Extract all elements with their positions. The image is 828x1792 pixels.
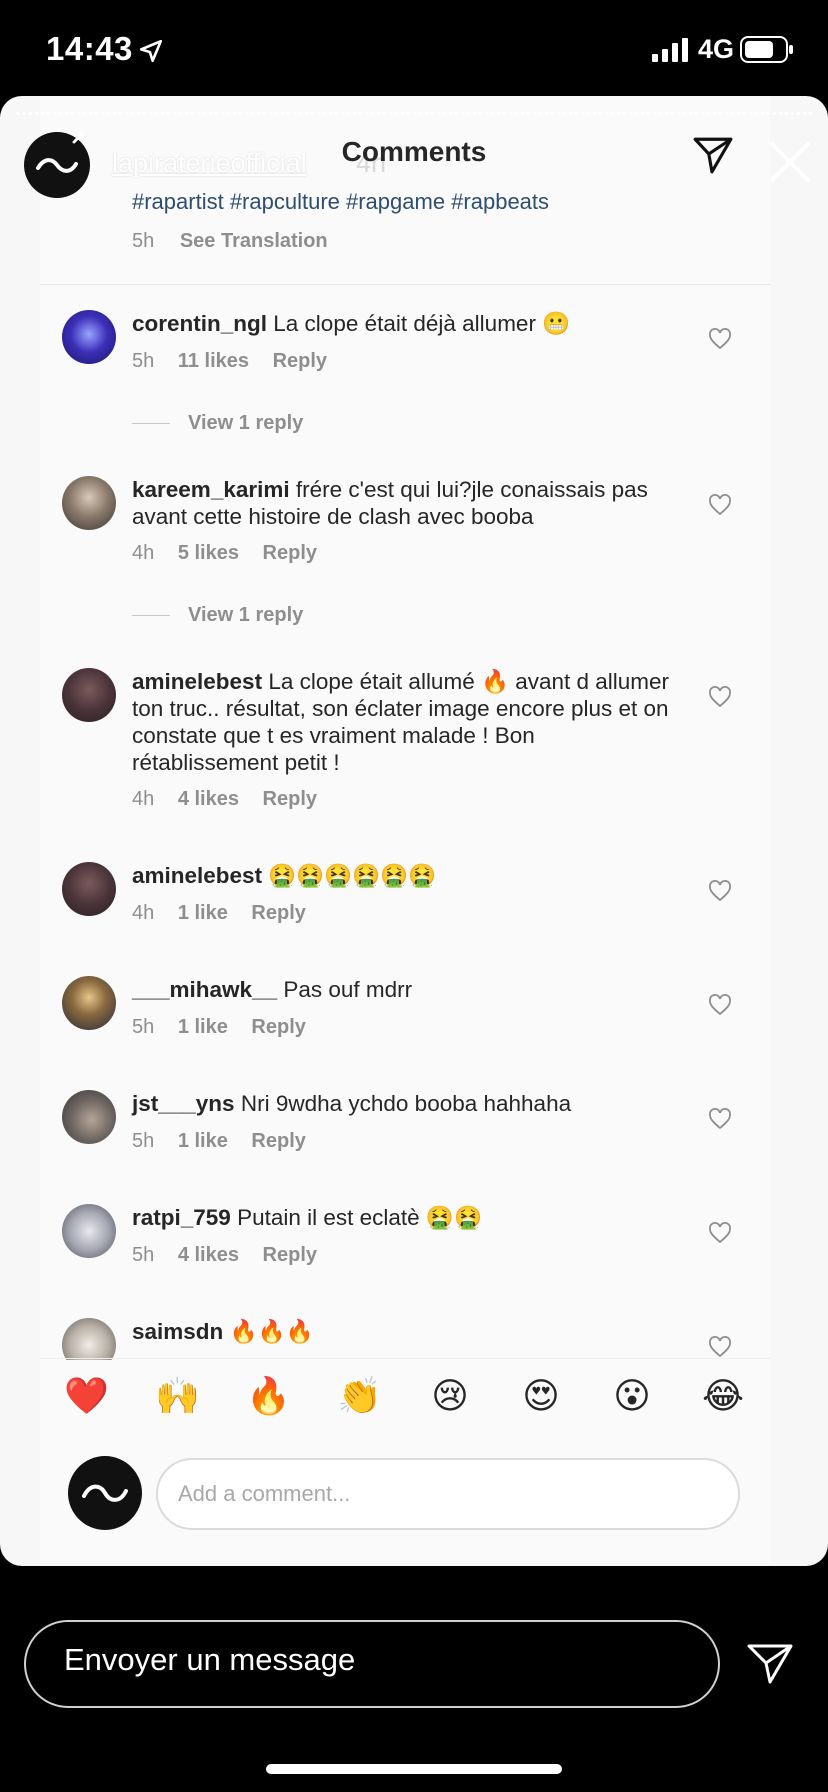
comment-age: 4h (132, 542, 155, 564)
comment-text: 🤮🤮🤮🤮🤮🤮 (268, 863, 437, 888)
comment-age: 4h (132, 902, 155, 924)
comment-username[interactable]: ___mihawk__ (132, 977, 277, 1002)
heart-outline-icon[interactable] (708, 880, 732, 902)
comment-username[interactable]: jst___yns (132, 1091, 235, 1116)
heart-outline-icon[interactable] (708, 1222, 732, 1244)
reply-button[interactable]: Reply (251, 1016, 305, 1038)
caption-hashtags[interactable]: #rapartist #rapculture #rapgame #rapbeat… (132, 188, 752, 216)
status-time: 14:43 (46, 30, 133, 67)
comment-meta: 4h 1 like Reply (132, 902, 324, 925)
comment-text: 🔥🔥🔥 (229, 1319, 314, 1344)
comment-meta: 5h 1 like Reply (132, 1130, 324, 1153)
comment-username[interactable]: aminelebest (132, 669, 262, 694)
reply-button[interactable]: Reply (263, 788, 317, 810)
heart-outline-icon[interactable] (708, 686, 732, 708)
view-replies-button[interactable]: View 1 reply (132, 412, 303, 435)
divider (40, 284, 770, 285)
home-indicator (266, 1764, 562, 1774)
comment-username[interactable]: saimsdn (132, 1319, 223, 1344)
location-arrow-icon (139, 39, 163, 63)
comment-meta: 4h 4 likes Reply (132, 788, 335, 811)
comment-likes[interactable]: 4 likes (178, 1244, 239, 1266)
signal-icon (652, 38, 688, 62)
view-replies-button[interactable]: View 1 reply (132, 604, 303, 627)
comment-item: saimsdn 🔥🔥🔥 (0, 1318, 828, 1360)
comment-username[interactable]: ratpi_759 (132, 1205, 231, 1230)
reaction-raised-hands[interactable]: 🙌 (155, 1374, 200, 1418)
send-icon[interactable] (692, 134, 734, 176)
comment-likes[interactable]: 11 likes (178, 350, 249, 372)
reaction-clap[interactable]: 👏 (337, 1374, 382, 1418)
comment-likes[interactable]: 1 like (178, 902, 228, 924)
avatar[interactable] (62, 862, 116, 916)
reaction-heart-eyes[interactable]: 😍 (519, 1374, 563, 1418)
battery-icon (740, 36, 793, 63)
send-icon[interactable] (746, 1642, 794, 1686)
reaction-cry[interactable]: 😢 (428, 1374, 472, 1418)
comment-meta: 5h 11 likes Reply (132, 350, 345, 373)
comment-age: 5h (132, 350, 155, 372)
avatar (68, 1456, 142, 1530)
comment-meta: 5h 1 like Reply (132, 1016, 324, 1039)
caption-age: 5h (132, 230, 155, 252)
reply-button[interactable]: Reply (273, 350, 327, 372)
heart-outline-icon[interactable] (708, 328, 732, 350)
reply-line (132, 615, 170, 617)
comment-text: Pas ouf mdrr (283, 977, 413, 1002)
avatar[interactable] (62, 668, 116, 722)
avatar[interactable] (62, 476, 116, 530)
reply-line (132, 423, 170, 425)
message-placeholder: Envoyer un message (64, 1642, 356, 1677)
heart-outline-icon[interactable] (708, 1336, 732, 1358)
comment-age: 4h (132, 788, 155, 810)
view-replies-label: View 1 reply (188, 604, 304, 626)
reaction-laugh[interactable]: 😂 (701, 1374, 745, 1418)
comment-likes[interactable]: 4 likes (178, 788, 239, 810)
comment-meta: 5h 4 likes Reply (132, 1244, 335, 1267)
reply-button[interactable]: Reply (263, 542, 317, 564)
comment-text: Putain il est eclatè 🤮🤮 (237, 1205, 482, 1230)
comment-input[interactable] (156, 1458, 740, 1530)
heart-outline-icon[interactable] (708, 1108, 732, 1130)
reply-button[interactable]: Reply (263, 1244, 317, 1266)
reply-button[interactable]: Reply (251, 1130, 305, 1152)
view-replies-label: View 1 reply (188, 412, 304, 434)
brand-logo-icon (82, 1484, 128, 1502)
reaction-heart[interactable]: ❤️ (64, 1374, 109, 1418)
comments-sheet: lapiraterieofficial 4h Comments #raparti… (0, 96, 828, 1566)
heart-outline-icon[interactable] (708, 494, 732, 516)
heart-outline-icon[interactable] (708, 994, 732, 1016)
post-caption: #rapartist #rapculture #rapgame #rapbeat… (132, 188, 752, 253)
comment-likes[interactable]: 5 likes (178, 542, 239, 564)
network-type: 4G (698, 34, 735, 64)
comment-age: 5h (132, 1244, 155, 1266)
avatar[interactable] (62, 976, 116, 1030)
divider (40, 1358, 770, 1359)
reaction-surprised[interactable]: 😮 (610, 1374, 654, 1418)
avatar[interactable] (62, 1318, 116, 1360)
reply-button[interactable]: Reply (251, 902, 305, 924)
comment-likes[interactable]: 1 like (178, 1130, 228, 1152)
avatar[interactable] (62, 1090, 116, 1144)
close-icon[interactable] (768, 140, 812, 184)
comment-text: La clope était déjà allumer 😬 (273, 311, 571, 336)
see-translation-button[interactable]: See Translation (180, 230, 328, 252)
comment-username[interactable]: corentin_ngl (132, 311, 267, 336)
comment-likes[interactable]: 1 like (178, 1016, 228, 1038)
comment-username[interactable]: kareem_karimi (132, 477, 290, 502)
comment-text: Nri 9wdha ychdo booba hahhaha (240, 1091, 572, 1116)
comment-age: 5h (132, 1016, 155, 1038)
reaction-fire[interactable]: 🔥 (246, 1374, 291, 1418)
comment-meta: 4h 5 likes Reply (132, 542, 335, 565)
avatar[interactable] (62, 310, 116, 364)
status-bar: 14:43 4G (0, 0, 828, 96)
comment-username[interactable]: aminelebest (132, 863, 262, 888)
comment-age: 5h (132, 1130, 155, 1152)
avatar[interactable] (62, 1204, 116, 1258)
caption-meta: 5h See Translation (132, 230, 752, 253)
